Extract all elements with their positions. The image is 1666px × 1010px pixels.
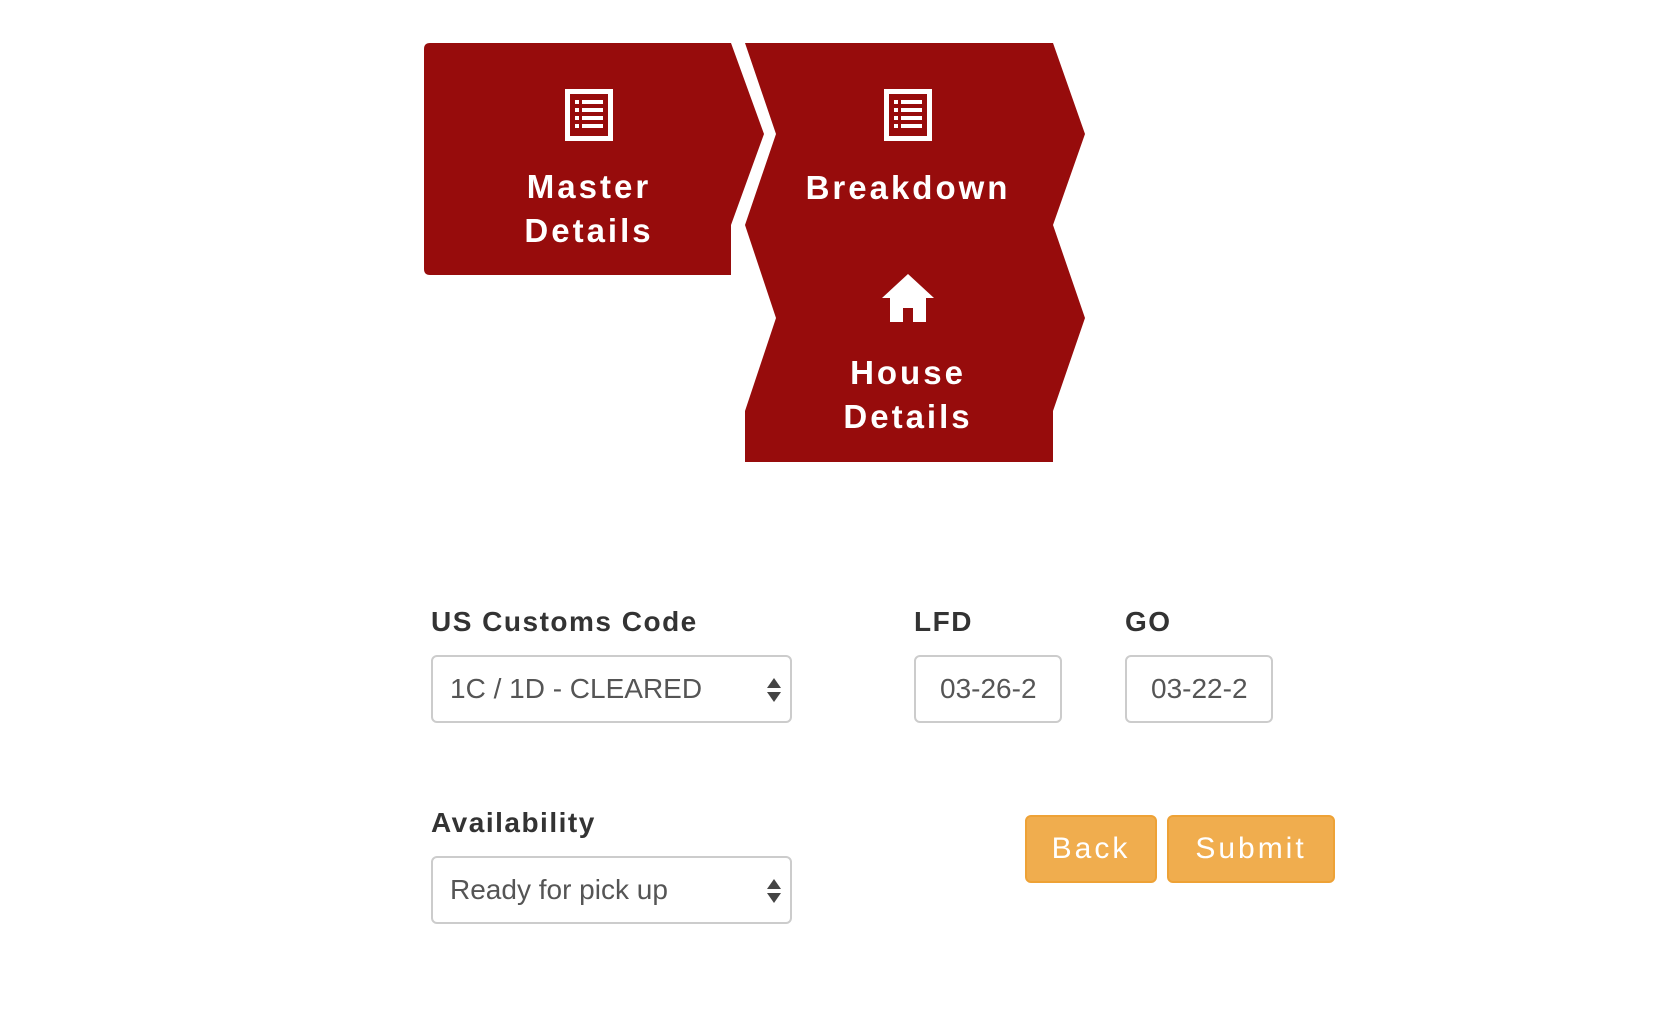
wizard-steps: Master Details Breakdown House Details: [0, 0, 1666, 1010]
availability-value: Ready for pick up: [450, 874, 668, 905]
submit-button[interactable]: Submit: [1167, 815, 1335, 883]
step-master-details[interactable]: Master Details: [424, 43, 764, 275]
select-arrows-icon: [767, 678, 781, 702]
step-breakdown-label: Breakdown: [805, 169, 1011, 206]
go-label: GO: [1125, 606, 1172, 637]
lfd-value: 03-26-2: [940, 673, 1037, 704]
step-house-details-label: House Details: [843, 354, 973, 435]
list-icon: [565, 89, 613, 141]
select-arrows-icon: [767, 879, 781, 903]
availability-select[interactable]: Ready for pick up: [431, 856, 792, 924]
step-master-details-label: Master Details: [524, 168, 654, 249]
lfd-input[interactable]: 03-26-2: [914, 655, 1062, 723]
step-house-details[interactable]: House Details: [743, 225, 1085, 462]
lfd-label: LFD: [914, 606, 973, 637]
go-value: 03-22-2: [1151, 673, 1248, 704]
availability-label: Availability: [431, 807, 596, 838]
back-button[interactable]: Back: [1025, 815, 1157, 883]
customs-code-select[interactable]: 1C / 1D - CLEARED: [431, 655, 792, 723]
list-icon: [884, 89, 932, 141]
home-icon: [882, 274, 934, 322]
step-breakdown[interactable]: Breakdown: [743, 43, 1085, 233]
go-input[interactable]: 03-22-2: [1125, 655, 1273, 723]
customs-code-value: 1C / 1D - CLEARED: [450, 673, 703, 704]
customs-code-label: US Customs Code: [431, 606, 698, 637]
